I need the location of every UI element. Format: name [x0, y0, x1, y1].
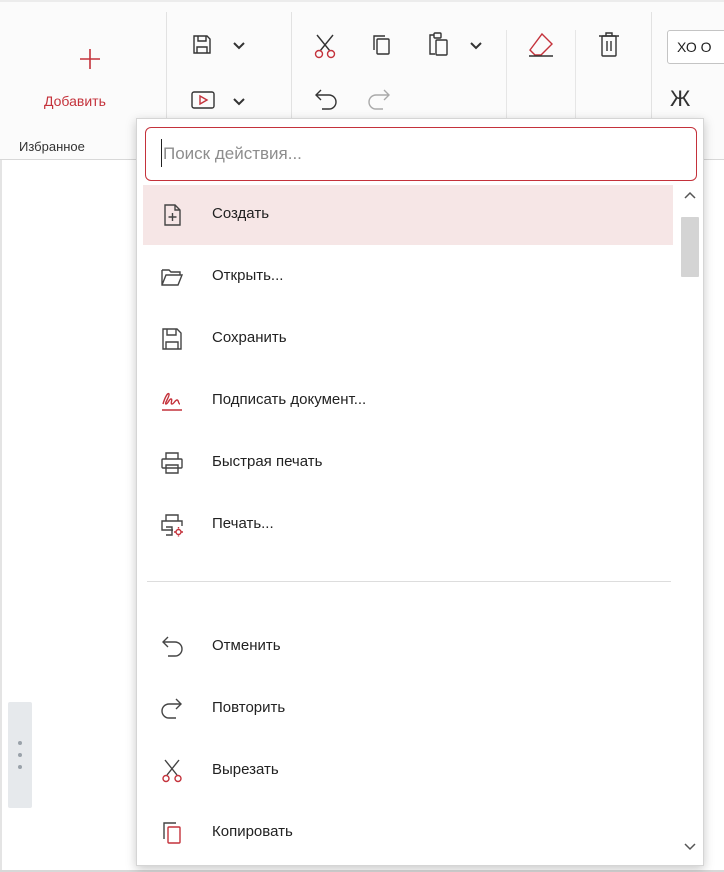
font-name-field[interactable]: ХО О — [667, 30, 724, 64]
cut-icon — [160, 759, 184, 783]
action-item-label: Открыть... — [212, 267, 284, 284]
new-file-icon — [160, 203, 184, 227]
undo-icon — [160, 635, 184, 659]
action-item-label: Быстрая печать — [212, 453, 323, 470]
action-item-label: Сохранить — [212, 329, 287, 346]
action-search-popup: Создать Открыть... Сохранить Подписать д… — [136, 118, 704, 866]
action-search-input[interactable] — [145, 127, 697, 181]
add-button[interactable]: Добавить — [36, 40, 146, 120]
printer-icon — [160, 451, 184, 475]
action-item-open[interactable]: Открыть... — [143, 247, 673, 307]
copy-icon — [160, 821, 184, 845]
slideshow-dropdown-chevron-icon[interactable] — [233, 98, 245, 106]
signature-icon — [160, 389, 184, 413]
slideshow-icon[interactable] — [191, 90, 215, 110]
copy-icon[interactable] — [371, 33, 393, 57]
delete-icon[interactable] — [597, 31, 621, 59]
action-item-sign[interactable]: Подписать документ... — [143, 371, 673, 431]
print-settings-icon — [160, 513, 184, 537]
action-item-copy[interactable]: Копировать — [143, 803, 673, 863]
action-item-label: Создать — [212, 205, 270, 222]
ribbon-separator — [506, 30, 507, 120]
text-cursor — [161, 139, 162, 167]
action-item-label: Отменить — [212, 637, 281, 654]
action-list-scrollbar[interactable] — [679, 185, 701, 863]
undo-icon[interactable] — [313, 88, 339, 110]
add-button-label: Добавить — [44, 93, 106, 109]
action-list-separator — [147, 581, 671, 582]
paste-icon[interactable] — [426, 31, 450, 57]
redo-icon[interactable] — [366, 88, 392, 110]
scrollbar-thumb[interactable] — [681, 217, 699, 277]
save-dropdown-chevron-icon[interactable] — [233, 42, 245, 50]
action-item-label: Повторить — [212, 699, 286, 716]
action-item-label: Копировать — [212, 823, 293, 840]
scroll-down-arrow-icon[interactable] — [683, 841, 697, 851]
save-icon[interactable] — [191, 34, 213, 56]
action-item-label: Подписать документ... — [212, 391, 367, 408]
action-item-redo[interactable]: Повторить — [143, 679, 673, 739]
ribbon-separator — [575, 30, 576, 120]
save-icon — [160, 327, 184, 351]
favorites-group-label: Избранное — [19, 139, 85, 154]
action-item-print[interactable]: Печать... — [143, 495, 673, 555]
action-item-label: Печать... — [212, 515, 274, 532]
action-item-create[interactable]: Создать — [143, 185, 673, 245]
action-item-cut[interactable]: Вырезать — [143, 741, 673, 801]
cut-icon[interactable] — [313, 33, 337, 59]
folder-open-icon — [160, 265, 184, 289]
redo-icon — [160, 697, 184, 721]
eraser-icon[interactable] — [527, 32, 555, 58]
action-item-undo[interactable]: Отменить — [143, 617, 673, 677]
paste-dropdown-chevron-icon[interactable] — [470, 42, 482, 50]
scroll-up-arrow-icon[interactable] — [683, 191, 697, 201]
action-item-label: Вырезать — [212, 761, 279, 778]
plus-icon — [79, 48, 101, 70]
action-item-quick-print[interactable]: Быстрая печать — [143, 433, 673, 493]
bold-button[interactable]: Ж — [670, 86, 690, 112]
action-item-save[interactable]: Сохранить — [143, 309, 673, 369]
sidebar-resize-handle[interactable] — [8, 702, 32, 808]
